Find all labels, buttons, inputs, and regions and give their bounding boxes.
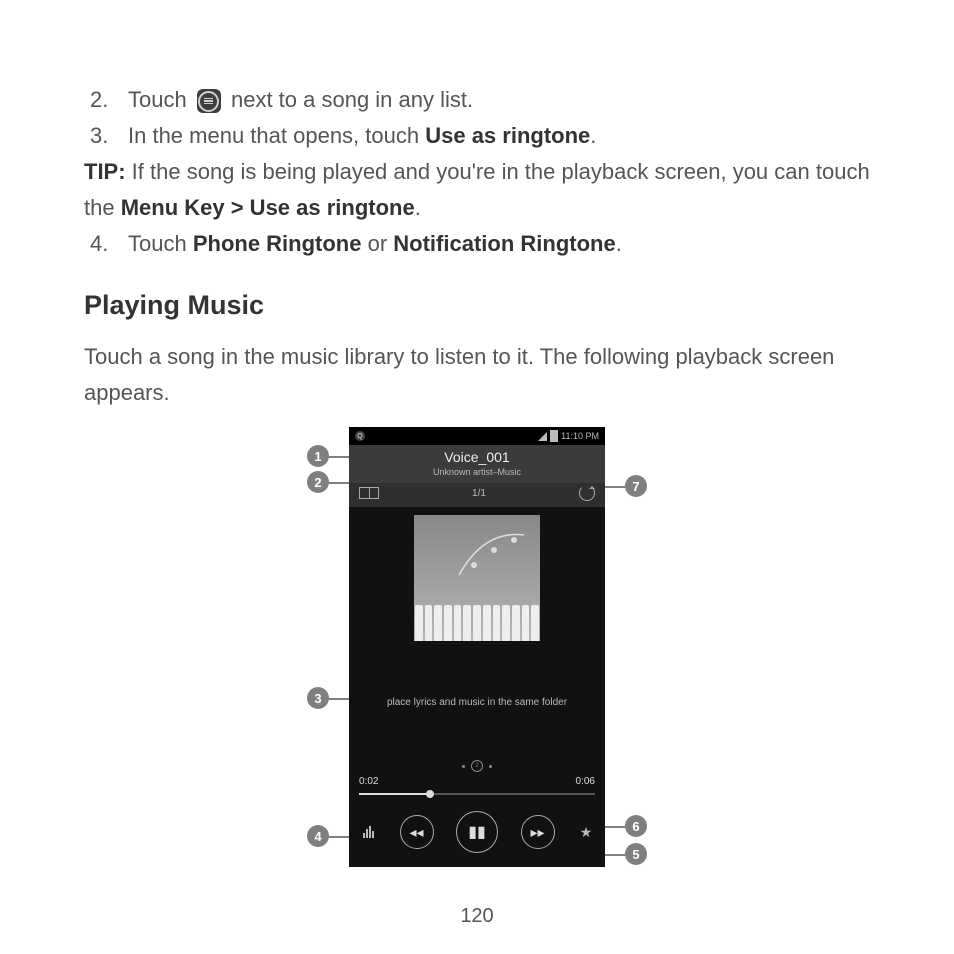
player-controls: ◂◂ ▮▮ ▸▸ ★ bbox=[349, 805, 605, 867]
progress-bar[interactable] bbox=[359, 789, 595, 799]
player-header: Voice_001 Unknown artist–Music bbox=[349, 445, 605, 483]
instruction-list: 2. Touch next to a song in any list. 3. … bbox=[84, 82, 870, 262]
step-text: Touch next to a song in any list. bbox=[128, 82, 870, 118]
step-number: 4. bbox=[84, 226, 128, 262]
track-title: Voice_001 bbox=[349, 449, 605, 465]
equalizer-icon[interactable] bbox=[359, 826, 377, 838]
time-elapsed: 0:02 bbox=[359, 776, 378, 787]
callout-4: 4 bbox=[307, 825, 329, 847]
callout-2: 2 bbox=[307, 471, 329, 493]
album-art bbox=[414, 515, 540, 641]
dot-icon bbox=[489, 765, 492, 768]
page-number: 120 bbox=[0, 905, 954, 928]
callout-7: 7 bbox=[625, 475, 647, 497]
text: . bbox=[415, 195, 421, 220]
player-subbar: 1/1 bbox=[349, 483, 605, 507]
tip-label: TIP: bbox=[84, 159, 126, 184]
text: Touch bbox=[128, 231, 193, 256]
page-dot: 2 bbox=[471, 760, 483, 772]
time-row: 0:02 0:06 bbox=[349, 776, 605, 787]
bold-text: Menu Key > Use as ringtone bbox=[121, 195, 415, 220]
music-notes-icon bbox=[454, 525, 534, 585]
track-counter: 1/1 bbox=[472, 488, 486, 499]
text: In the menu that opens, touch bbox=[128, 123, 425, 148]
step-number: 3. bbox=[84, 118, 128, 154]
menu-circle-icon bbox=[197, 89, 221, 113]
next-button[interactable]: ▸▸ bbox=[521, 815, 555, 849]
intro-paragraph: Touch a song in the music library to lis… bbox=[84, 339, 870, 411]
text: or bbox=[361, 231, 393, 256]
callout-6: 6 bbox=[625, 815, 647, 837]
refresh-icon[interactable] bbox=[579, 485, 595, 501]
bold-text: Use as ringtone bbox=[425, 123, 590, 148]
section-heading: Playing Music bbox=[84, 290, 870, 321]
bold-text: Notification Ringtone bbox=[393, 231, 615, 256]
fence-graphic bbox=[414, 605, 540, 641]
text: . bbox=[616, 231, 622, 256]
phone-screenshot: Q 11:10 PM Voice_001 Unknown artist–Musi… bbox=[349, 427, 605, 867]
text: . bbox=[590, 123, 596, 148]
dot-icon bbox=[462, 765, 465, 768]
status-icon: Q bbox=[355, 431, 365, 441]
prev-button[interactable]: ◂◂ bbox=[400, 815, 434, 849]
callout-3: 3 bbox=[307, 687, 329, 709]
dolby-icon[interactable] bbox=[359, 487, 379, 499]
playback-figure: 1 2 3 4 7 6 5 Q 11:10 PM Voice_001 Unkno… bbox=[307, 427, 647, 887]
bold-text: Phone Ringtone bbox=[193, 231, 362, 256]
callout-5: 5 bbox=[625, 843, 647, 865]
tip-paragraph: TIP: If the song is being played and you… bbox=[84, 154, 870, 226]
page-indicator: 2 bbox=[349, 756, 605, 776]
album-art-area bbox=[349, 507, 605, 649]
step-number: 2. bbox=[84, 82, 128, 118]
status-bar: Q 11:10 PM bbox=[349, 427, 605, 445]
step-text: Touch Phone Ringtone or Notification Rin… bbox=[128, 226, 870, 262]
step-text: In the menu that opens, touch Use as rin… bbox=[128, 118, 870, 154]
battery-icon bbox=[550, 430, 558, 442]
text: next to a song in any list. bbox=[231, 87, 473, 112]
signal-icon bbox=[538, 432, 547, 441]
callout-1: 1 bbox=[307, 445, 329, 467]
text: Touch bbox=[128, 87, 187, 112]
star-icon[interactable]: ★ bbox=[577, 824, 595, 841]
status-time: 11:10 PM bbox=[561, 431, 599, 441]
track-subtitle: Unknown artist–Music bbox=[349, 467, 605, 477]
lyrics-hint: place lyrics and music in the same folde… bbox=[387, 697, 567, 708]
lyrics-area: place lyrics and music in the same folde… bbox=[349, 649, 605, 756]
time-total: 0:06 bbox=[576, 776, 595, 787]
pause-button[interactable]: ▮▮ bbox=[456, 811, 498, 853]
